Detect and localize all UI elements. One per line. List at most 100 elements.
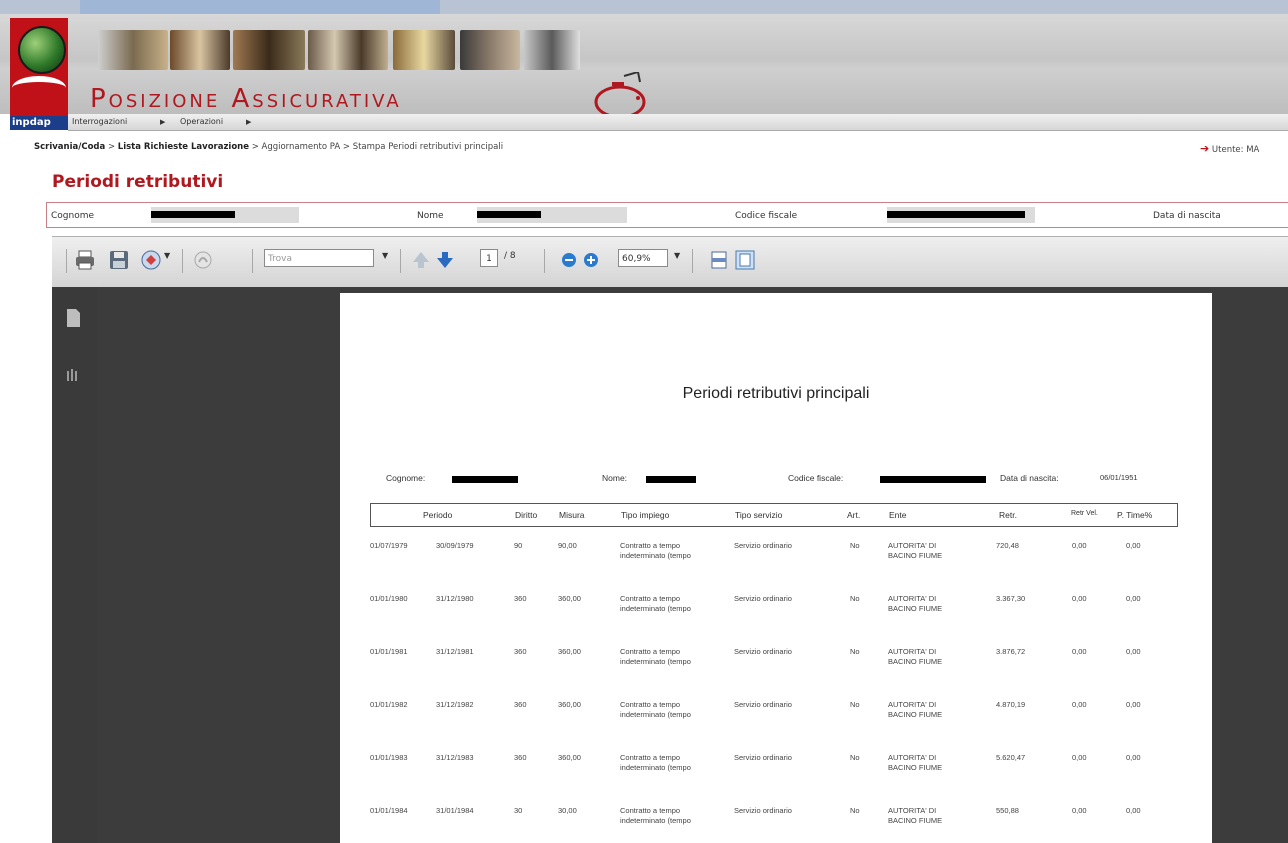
data-nascita-label: Data di nascita	[1153, 211, 1221, 221]
cell-art: No	[850, 806, 860, 815]
cell-ente: AUTORITA' DI BACINO FIUME	[888, 541, 942, 561]
find-dropdown-icon[interactable]: ▼	[382, 251, 388, 260]
cell-al: 31/12/1982	[436, 700, 474, 709]
col-periodo: Periodo	[423, 510, 453, 520]
cell-dal: 01/01/1983	[370, 753, 408, 762]
cell-misura: 360,00	[558, 753, 581, 762]
redacted-nome	[646, 476, 696, 483]
cell-retr-vel: 0,00	[1072, 753, 1087, 762]
fit-page-icon[interactable]	[734, 249, 756, 271]
fit-width-icon[interactable]	[708, 249, 730, 271]
cell-ptime: 0,00	[1126, 541, 1141, 550]
cell-art: No	[850, 647, 860, 656]
col-diritto: Diritto	[515, 510, 538, 520]
table-row: 01/01/1981 31/12/1981 360 360,00 Contratto a…	[370, 641, 1178, 681]
cell-dal: 01/01/1982	[370, 700, 408, 709]
breadcrumb-separator: >	[342, 142, 350, 152]
breadcrumb-item: Stampa Periodi retributivi principali	[352, 142, 504, 152]
pdf-navigation-pane	[52, 287, 98, 843]
cell-diritto: 360	[514, 700, 527, 709]
save-icon[interactable]	[108, 249, 130, 271]
table-row: 01/01/1982 31/12/1982 360 360,00 Contratto a…	[370, 694, 1178, 734]
page-total: / 8	[504, 251, 516, 261]
cognome-field	[151, 207, 299, 223]
prev-page-icon[interactable]	[410, 249, 432, 271]
cell-diritto: 360	[514, 647, 527, 656]
menu-item-interrogazioni[interactable]: Interrogazioni	[72, 114, 127, 130]
cell-line: AUTORITA' DI	[888, 594, 937, 603]
zoom-select[interactable]: 60,9%	[618, 249, 668, 267]
cell-art: No	[850, 700, 860, 709]
table-row: 01/01/1983 31/12/1983 360 360,00 Contratto a…	[370, 747, 1178, 787]
cell-line: BACINO FIUME	[888, 551, 943, 560]
col-misura: Misura	[559, 510, 585, 520]
header-photo-strip	[78, 30, 638, 74]
cell-retr-vel: 0,00	[1072, 806, 1087, 815]
breadcrumb-separator: >	[107, 142, 116, 152]
cognome-label: Cognome	[51, 211, 95, 221]
cell-misura: 360,00	[558, 700, 581, 709]
cell-tipo-impiego: Contratto a tempo indeterminato (tempo	[620, 753, 691, 773]
cell-dal: 01/01/1980	[370, 594, 408, 603]
cell-al: 31/12/1981	[436, 647, 474, 656]
person-info-row: Cognome Nome Codice fiscale Data di nasc…	[46, 202, 1288, 228]
col-tipo-servizio: Tipo servizio	[735, 510, 783, 520]
cell-line: BACINO FIUME	[888, 657, 943, 666]
page-title: Periodi retributivi	[52, 172, 224, 192]
cell-retr: 5.620,47	[996, 753, 1026, 762]
header-banner: Posizione Assicurativa	[0, 14, 1288, 119]
col-tipo-impiego: Tipo impiego	[621, 510, 670, 520]
zoom-in-icon[interactable]	[580, 249, 602, 271]
cell-line: AUTORITA' DI	[888, 700, 937, 709]
cell-tipo-servizio: Servizio ordinario	[734, 594, 792, 603]
attachments-icon[interactable]	[64, 367, 82, 385]
page-number-input[interactable]: 1	[480, 249, 498, 267]
breadcrumb-item[interactable]: Lista Richieste Lavorazione	[118, 142, 249, 152]
cell-al: 30/09/1979	[436, 541, 474, 550]
email-icon[interactable]	[140, 249, 162, 271]
cell-misura: 360,00	[558, 594, 581, 603]
cell-line: AUTORITA' DI	[888, 753, 937, 762]
next-page-icon[interactable]	[434, 249, 456, 271]
cell-line: Contratto a tempo	[620, 700, 681, 709]
breadcrumb-separator: >	[251, 142, 259, 152]
cell-art: No	[850, 594, 860, 603]
table-row: 01/01/1980 31/12/1980 360 360,00 Contratto a…	[370, 588, 1178, 628]
zoom-out-icon[interactable]	[558, 249, 580, 271]
chevron-down-icon[interactable]: ▼	[164, 251, 170, 260]
cell-line: AUTORITA' DI	[888, 806, 937, 815]
cell-line: AUTORITA' DI	[888, 541, 937, 550]
breadcrumb-item[interactable]: Aggiornamento PA	[262, 142, 341, 152]
cell-tipo-impiego: Contratto a tempo indeterminato (tempo	[620, 806, 691, 826]
cell-ptime: 0,00	[1126, 647, 1141, 656]
menu-arrow-icon: ▶	[160, 118, 166, 126]
user-arrow-icon: ➔	[1200, 142, 1210, 155]
pages-icon[interactable]	[64, 307, 82, 329]
cell-ptime: 0,00	[1126, 753, 1141, 762]
zoom-dropdown-icon[interactable]: ▼	[674, 251, 680, 260]
cell-ptime: 0,00	[1126, 594, 1141, 603]
cell-tipo-impiego: Contratto a tempo indeterminato (tempo	[620, 647, 691, 667]
find-input[interactable]: Trova	[264, 249, 374, 267]
cell-line: indeterminato (tempo	[620, 657, 691, 666]
cell-line: indeterminato (tempo	[620, 551, 691, 560]
redacted-codice-fiscale	[880, 476, 986, 483]
cell-tipo-servizio: Servizio ordinario	[734, 541, 792, 550]
cell-al: 31/01/1984	[436, 806, 474, 815]
menu-bar: Interrogazioni ▶ Operazioni ▶	[68, 114, 1288, 131]
cell-dal: 01/01/1984	[370, 806, 408, 815]
cell-al: 31/12/1980	[436, 594, 474, 603]
sign-icon[interactable]	[192, 249, 214, 271]
inpdap-logo	[10, 18, 68, 120]
cell-retr-vel: 0,00	[1072, 594, 1087, 603]
cell-tipo-servizio: Servizio ordinario	[734, 647, 792, 656]
breadcrumb-item[interactable]: Scrivania/Coda	[34, 142, 105, 152]
cell-ptime: 0,00	[1126, 700, 1141, 709]
cell-line: indeterminato (tempo	[620, 710, 691, 719]
cell-retr: 720,48	[996, 541, 1019, 550]
print-icon[interactable]	[74, 249, 96, 271]
cell-retr-vel: 0,00	[1072, 647, 1087, 656]
menu-item-operazioni[interactable]: Operazioni	[180, 114, 223, 130]
cell-misura: 360,00	[558, 647, 581, 656]
cell-line: BACINO FIUME	[888, 763, 943, 772]
